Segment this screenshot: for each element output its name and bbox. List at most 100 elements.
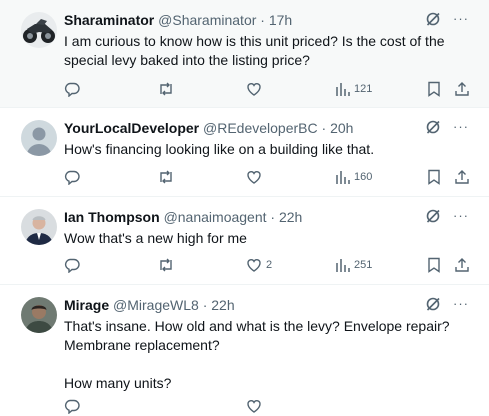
bookmark-icon — [428, 257, 440, 273]
views-chart-icon — [336, 171, 350, 184]
grok-icon[interactable] — [425, 119, 441, 135]
user-handle[interactable]: @REdeveloperBC — [203, 120, 318, 136]
avatar[interactable] — [21, 209, 57, 245]
retweet-button[interactable] — [157, 79, 179, 99]
reply-text-line: How's financing looking like on a buildi… — [64, 141, 375, 157]
retweet-button[interactable] — [157, 167, 179, 187]
share-icon — [455, 258, 469, 272]
reply-text: Wow that's a new high for me — [64, 229, 464, 248]
reply-header: YourLocalDeveloper @REdeveloperBC · 20h — [64, 119, 353, 137]
reply-header: Mirage @MirageWL8 · 22h — [64, 296, 235, 314]
replies-feed: Sharaminator @Sharaminator · 17h ··· I a… — [0, 0, 489, 414]
like-button[interactable] — [246, 167, 266, 187]
share-button[interactable] — [454, 79, 470, 99]
bookmark-icon — [428, 169, 440, 185]
reply-text-line: Wow that's a new high for me — [64, 230, 247, 246]
bookmark-button[interactable] — [427, 79, 441, 99]
heart-icon — [247, 171, 261, 184]
retweet-button[interactable] — [157, 255, 179, 275]
grok-icon[interactable] — [425, 11, 441, 27]
reply-top-icons: ··· — [425, 11, 469, 27]
reply-text-line: I am curious to know how is this unit pr… — [64, 33, 445, 49]
person-photo-icon — [21, 297, 57, 333]
like-button[interactable] — [246, 79, 266, 99]
more-options-icon[interactable]: ··· — [453, 209, 469, 222]
reply-button[interactable] — [64, 167, 84, 187]
action-bar: 160 — [64, 167, 476, 187]
reply-top-icons: ··· — [425, 296, 469, 312]
views-chart-icon — [336, 259, 350, 272]
timestamp[interactable]: · 17h — [260, 12, 292, 28]
grok-icon[interactable] — [425, 208, 441, 224]
reply-text-line: Membrane replacement? — [64, 337, 220, 353]
share-icon — [455, 82, 469, 96]
display-name[interactable]: Mirage — [64, 297, 109, 313]
grok-icon[interactable] — [425, 296, 441, 312]
reply-text: How's financing looking like on a buildi… — [64, 140, 464, 159]
views-button[interactable]: 121 — [336, 79, 372, 99]
view-count: 251 — [354, 259, 373, 271]
reply-text-line: How many units? — [64, 375, 172, 391]
reply-text: That's insane. How old and what is the l… — [64, 317, 464, 393]
display-name[interactable]: Sharaminator — [64, 12, 154, 28]
reply-item[interactable]: Sharaminator @Sharaminator · 17h ··· I a… — [0, 0, 489, 108]
avatar[interactable] — [21, 12, 57, 48]
views-button[interactable]: 251 — [336, 255, 372, 275]
reply-button[interactable] — [64, 396, 80, 416]
reply-header: Sharaminator @Sharaminator · 17h — [64, 11, 292, 29]
heart-icon — [247, 83, 261, 96]
action-bar: 121 — [64, 79, 476, 99]
like-button[interactable]: 2 — [246, 255, 272, 275]
reply-button[interactable] — [64, 255, 84, 275]
like-count: 2 — [266, 259, 273, 271]
more-options-icon[interactable]: ··· — [453, 120, 469, 133]
reply-text: I am curious to know how is this unit pr… — [64, 32, 464, 70]
comment-icon — [64, 258, 80, 273]
comment-icon — [64, 82, 80, 97]
timestamp[interactable]: · 20h — [322, 120, 354, 136]
user-handle[interactable]: @Sharaminator — [158, 12, 256, 28]
retweet-icon — [160, 170, 172, 184]
like-button[interactable] — [246, 396, 262, 416]
more-options-icon[interactable]: ··· — [453, 12, 469, 25]
reply-top-icons: ··· — [425, 208, 469, 224]
retweet-icon — [160, 82, 172, 96]
comment-icon — [64, 399, 80, 414]
more-options-icon[interactable]: ··· — [453, 297, 469, 310]
reply-item[interactable]: YourLocalDeveloper @REdeveloperBC · 20h … — [0, 108, 489, 197]
heart-icon — [247, 400, 261, 413]
bookmark-button[interactable] — [427, 255, 441, 275]
reply-text-line: That's insane. How old and what is the l… — [64, 318, 450, 334]
timestamp[interactable]: · 22h — [270, 209, 302, 225]
user-handle[interactable]: @nanaimoagent — [164, 209, 267, 225]
view-count: 121 — [354, 83, 373, 95]
action-bar: 2 251 — [64, 255, 476, 275]
share-button[interactable] — [454, 255, 470, 275]
reply-item[interactable]: Ian Thompson @nanaimoagent · 22h ··· Wow… — [0, 197, 489, 285]
reply-text-line: special levy baked into the listing pric… — [64, 52, 310, 68]
default-avatar-icon — [21, 120, 57, 156]
user-handle[interactable]: @MirageWL8 — [113, 297, 199, 313]
view-count: 160 — [354, 171, 373, 183]
heart-icon — [247, 259, 261, 272]
person-photo-icon — [21, 209, 57, 245]
avatar[interactable] — [21, 120, 57, 156]
reply-header: Ian Thompson @nanaimoagent · 22h — [64, 208, 302, 226]
share-button[interactable] — [454, 167, 470, 187]
timestamp[interactable]: · 22h — [203, 297, 235, 313]
comment-icon — [64, 170, 80, 185]
display-name[interactable]: YourLocalDeveloper — [64, 120, 199, 136]
views-chart-icon — [336, 83, 350, 96]
retweet-icon — [160, 258, 172, 272]
bookmark-button[interactable] — [427, 167, 441, 187]
action-bar — [64, 396, 476, 416]
display-name[interactable]: Ian Thompson — [64, 209, 160, 225]
reply-button[interactable] — [64, 79, 84, 99]
reply-item[interactable]: Mirage @MirageWL8 · 22h ··· That's insan… — [0, 285, 489, 414]
avatar[interactable] — [21, 297, 57, 333]
bookmark-icon — [428, 81, 440, 97]
share-icon — [455, 170, 469, 184]
reply-top-icons: ··· — [425, 119, 469, 135]
views-button[interactable]: 160 — [336, 167, 372, 187]
